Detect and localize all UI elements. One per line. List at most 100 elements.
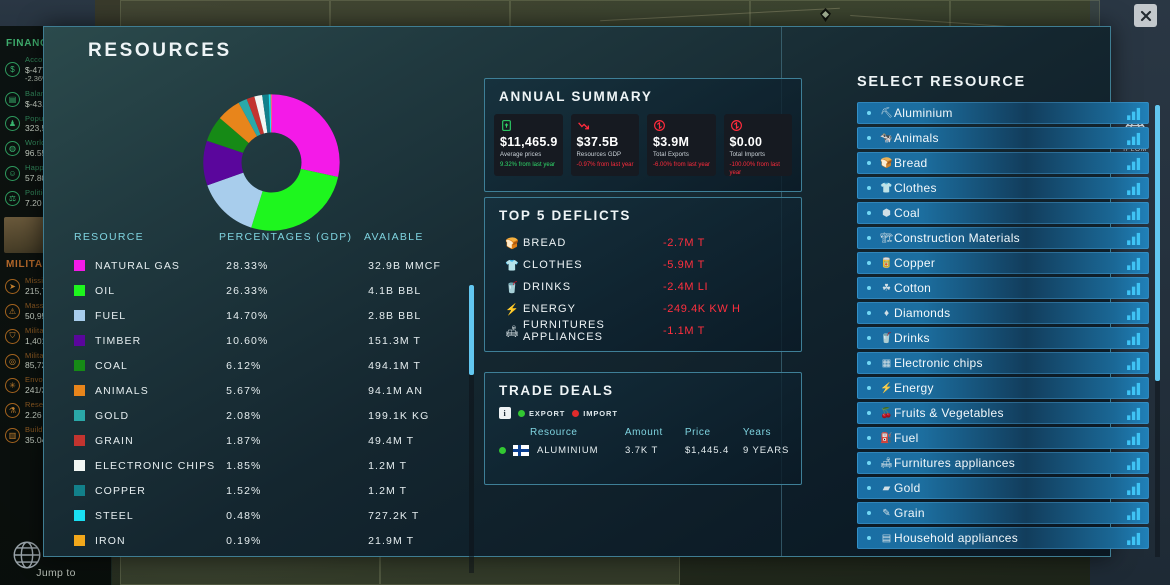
view-chart-button[interactable] (1127, 457, 1142, 470)
bar-chart-icon (1127, 257, 1141, 270)
bullet-icon (867, 286, 871, 290)
select-resource-list[interactable]: ⛏ Aluminium 🐄 Animals 🍞 Bread 👕 Clothes ⬢ Coal 🏗 Co… (857, 102, 1149, 557)
deficit-name: DRINKS (523, 281, 572, 293)
summary-value: $11,465.9 (500, 135, 558, 149)
table-row[interactable]: GRAIN 1.87% 49.4M T (74, 428, 466, 453)
sidebar-item-construction-materials[interactable]: 🏗 Construction Materials (857, 227, 1149, 249)
view-chart-button[interactable] (1127, 407, 1142, 420)
globe-secondary-button[interactable] (10, 538, 44, 577)
construction-icon: 🏗 (880, 232, 893, 244)
bullet-icon (867, 486, 871, 490)
sidebar-item-label: Drinks (894, 331, 930, 345)
summary-label: Average prices (500, 152, 542, 158)
table-row[interactable]: COPPER 1.52% 1.2M T (74, 478, 466, 503)
resource-name: IRON (95, 534, 126, 547)
bar-chart-icon (1127, 182, 1141, 195)
bullet-icon (867, 461, 871, 465)
view-chart-button[interactable] (1127, 207, 1142, 220)
resource-percent: 1.85% (226, 459, 262, 472)
resource-table-scrollbar[interactable] (469, 285, 474, 573)
sidebar-item-grain[interactable]: ✎ Grain (857, 502, 1149, 524)
resource-available: 1.2M T (368, 459, 408, 472)
sidebar-item-coal[interactable]: ⬢ Coal (857, 202, 1149, 224)
view-chart-button[interactable] (1127, 232, 1142, 245)
bullet-icon (867, 436, 871, 440)
bar-chart-icon (1127, 132, 1141, 145)
view-chart-button[interactable] (1127, 157, 1142, 170)
research-icon: ⚗ (5, 403, 20, 419)
column-header-resource: Resource (530, 427, 578, 438)
population-icon: ♟ (5, 116, 20, 132)
annual-summary-title: ANNUAL SUMMARY (499, 89, 653, 104)
table-row[interactable]: TIMBER 10.60% 151.3M T (74, 328, 466, 353)
resource-table-body[interactable]: NATURAL GAS 28.33% 32.9B MMCF OIL 26.33% 4.1B… (74, 253, 466, 558)
table-row[interactable]: ALUMINIUM 3.7K T $1,445.4 9 YEARS (485, 438, 801, 456)
table-row[interactable]: ANIMALS 5.67% 94.1M AN (74, 378, 466, 403)
sidebar-item-electronic-chips[interactable]: ▦ Electronic chips (857, 352, 1149, 374)
scrollbar-thumb[interactable] (469, 285, 474, 375)
view-chart-button[interactable] (1127, 257, 1142, 270)
table-row[interactable]: NATURAL GAS 28.33% 32.9B MMCF (74, 253, 466, 278)
top-deficits-panel: TOP 5 DEFLICTS 🍞 BREAD -2.7M T 👕 CLOTHES -5.9… (484, 197, 802, 352)
view-chart-button[interactable] (1127, 307, 1142, 320)
sidebar-item-animals[interactable]: 🐄 Animals (857, 127, 1149, 149)
table-row[interactable]: GOLD 2.08% 199.1K KG (74, 403, 466, 428)
sidebar-item-diamonds[interactable]: ♦ Diamonds (857, 302, 1149, 324)
info-icon[interactable]: i (499, 407, 511, 419)
sidebar-item-fuel[interactable]: ⛽ Fuel (857, 427, 1149, 449)
bar-chart-icon (1127, 157, 1141, 170)
trade-amount: 3.7K T (625, 445, 659, 456)
table-row[interactable]: ELECTRONIC CHIPS 1.85% 1.2M T (74, 453, 466, 478)
resource-available: 2.8B BBL (368, 309, 422, 322)
view-chart-button[interactable] (1127, 182, 1142, 195)
table-row[interactable]: IRON 0.19% 21.9M T (74, 528, 466, 553)
deficit-name: CLOTHES (523, 259, 583, 271)
sidebar-item-label: Coal (894, 206, 920, 220)
resource-percent: 28.33% (226, 259, 269, 272)
view-chart-button[interactable] (1127, 432, 1142, 445)
deficit-name: BREAD (523, 237, 567, 249)
sidebar-item-fruits-vegetables[interactable]: 🍒 Fruits & Vegetables (857, 402, 1149, 424)
resource-table-header: RESOURCE PERCENTAGES (GDP) AVAIABLE (74, 231, 464, 243)
sidebar-item-gold[interactable]: ▰ Gold (857, 477, 1149, 499)
view-chart-button[interactable] (1127, 532, 1142, 545)
sidebar-item-energy[interactable]: ⚡ Energy (857, 377, 1149, 399)
sidebar-item-clothes[interactable]: 👕 Clothes (857, 177, 1149, 199)
sidebar-item-cotton[interactable]: ☘ Cotton (857, 277, 1149, 299)
bullet-icon (867, 136, 871, 140)
sidebar-item-drinks[interactable]: 🥤 Drinks (857, 327, 1149, 349)
color-swatch-icon (74, 435, 85, 446)
sidebar-item-furnitures-appliances[interactable]: 🛋 Furnitures appliances (857, 452, 1149, 474)
view-chart-button[interactable] (1127, 107, 1142, 120)
view-chart-button[interactable] (1127, 507, 1142, 520)
scrollbar-thumb[interactable] (1155, 105, 1160, 381)
furniture-icon: 🛋 (880, 457, 893, 469)
export-dot-icon (518, 409, 525, 417)
view-chart-button[interactable] (1127, 132, 1142, 145)
close-button[interactable] (1134, 4, 1157, 27)
view-chart-button[interactable] (1127, 282, 1142, 295)
bar-chart-icon (1127, 232, 1141, 245)
bar-chart-icon (1127, 432, 1141, 445)
bullet-icon (867, 336, 871, 340)
summary-card: $3.9M Total Exports -6.00% from last year (647, 114, 716, 176)
view-chart-button[interactable] (1127, 482, 1142, 495)
table-row[interactable]: STEEL 0.48% 727.2K T (74, 503, 466, 528)
select-resource-scrollbar[interactable] (1155, 105, 1160, 557)
sidebar-item-label: Gold (894, 481, 921, 495)
sidebar-item-label: Diamonds (894, 306, 951, 320)
table-row[interactable]: OIL 26.33% 4.1B BBL (74, 278, 466, 303)
table-row[interactable]: COAL 6.12% 494.1M T (74, 353, 466, 378)
sidebar-item-bread[interactable]: 🍞 Bread (857, 152, 1149, 174)
trade-price: $1,445.4 (684, 445, 730, 456)
view-chart-button[interactable] (1127, 332, 1142, 345)
view-chart-button[interactable] (1127, 382, 1142, 395)
sidebar-item-label: Grain (894, 506, 925, 520)
view-chart-button[interactable] (1127, 357, 1142, 370)
table-row[interactable]: FUEL 14.70% 2.8B BBL (74, 303, 466, 328)
sidebar-item-aluminium[interactable]: ⛏ Aluminium (857, 102, 1149, 124)
resource-available: 32.9B MMCF (368, 259, 441, 272)
sidebar-item-copper[interactable]: 🥫 Copper (857, 252, 1149, 274)
deficit-row: 👕 CLOTHES -5.9M T (505, 254, 801, 276)
sidebar-item-household-appliances[interactable]: ▤ Household appliances (857, 527, 1149, 549)
